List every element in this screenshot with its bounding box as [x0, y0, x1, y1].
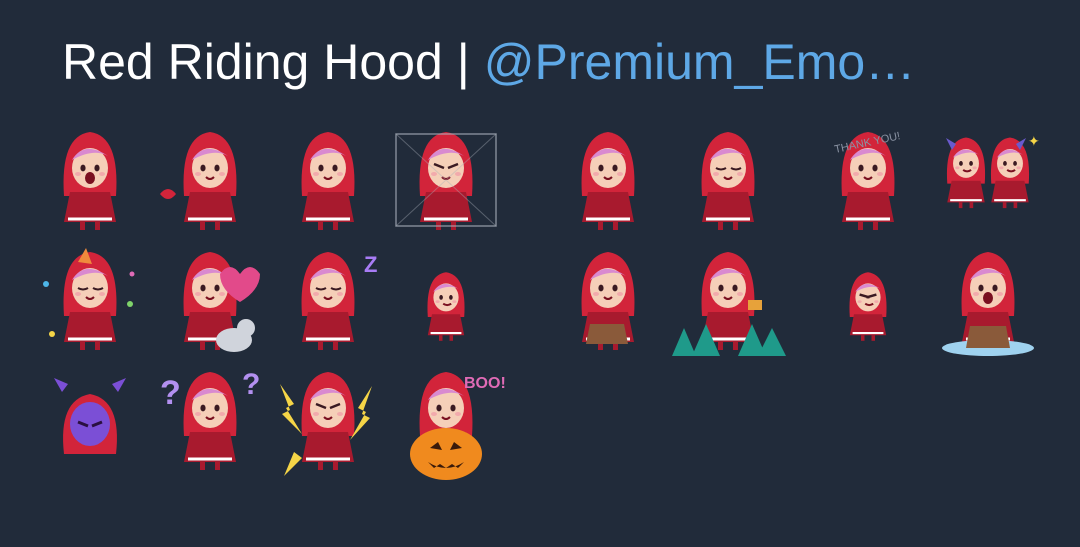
sticker-two-devil-horns-art: ✦: [946, 133, 1040, 209]
svg-text:?: ?: [242, 368, 260, 401]
sticker-forest-basket-art: [672, 252, 786, 356]
sticker-smile-standing-art: [301, 132, 355, 230]
svg-text:?: ?: [160, 374, 181, 412]
sticker-pointing[interactable]: [548, 124, 668, 242]
sticker-purple-devil[interactable]: [30, 364, 150, 482]
sticker-tiny-angry-art: [849, 272, 887, 341]
sticker-grid: THANK YOU! ✦ Z ? ? BOO!: [0, 0, 1080, 547]
sticker-pointing-art: [581, 132, 635, 230]
sticker-forest-basket[interactable]: [668, 244, 788, 362]
sticker-crying-on-stump-art: [942, 252, 1034, 356]
sticker-kiss[interactable]: [150, 124, 270, 242]
sticker-side-profile[interactable]: [668, 124, 788, 242]
svg-text:✦: ✦: [1028, 133, 1040, 149]
sticker-laughing-sitting[interactable]: [30, 124, 150, 242]
sticker-party-confetti-art: [43, 248, 135, 350]
sticker-small-standing[interactable]: [386, 244, 506, 362]
sticker-thank-you-art: THANK YOU!: [833, 130, 901, 230]
sticker-kiss-art: [160, 132, 237, 230]
sticker-side-profile-art: [701, 132, 755, 230]
sticker-yawning-sleepy-art: Z: [301, 252, 377, 350]
svg-text:Z: Z: [364, 252, 377, 277]
sticker-party-confetti[interactable]: [30, 244, 150, 362]
sticker-yawning-sleepy[interactable]: Z: [268, 244, 388, 362]
svg-text:BOO!: BOO!: [464, 375, 506, 392]
sticker-sitting-on-stump-art: [581, 252, 635, 350]
sticker-crying-on-stump[interactable]: [928, 244, 1048, 362]
sticker-trapped-in-box-art: [395, 132, 497, 230]
sticker-smile-standing[interactable]: [268, 124, 388, 242]
sticker-sitting-on-stump[interactable]: [548, 244, 668, 362]
sticker-confused-question-marks[interactable]: ??: [150, 364, 270, 482]
sticker-confused-question-marks-art: ??: [160, 368, 260, 470]
sticker-purple-devil-art: [54, 378, 126, 454]
sticker-angry-lightning[interactable]: [268, 364, 388, 482]
sticker-two-devil-horns[interactable]: ✦: [928, 124, 1048, 242]
sticker-tiny-angry[interactable]: [808, 244, 928, 362]
sticker-heart-cat[interactable]: [150, 244, 270, 362]
sticker-thank-you[interactable]: THANK YOU!: [808, 124, 928, 242]
sticker-trapped-in-box[interactable]: [386, 124, 506, 242]
sticker-halloween-pumpkin[interactable]: BOO!: [386, 364, 506, 482]
sticker-halloween-pumpkin-art: BOO!: [410, 372, 506, 480]
sticker-laughing-sitting-art: [63, 132, 117, 230]
sticker-heart-cat-art: [183, 252, 260, 352]
sticker-small-standing-art: [427, 272, 465, 341]
sticker-angry-lightning-art: [280, 372, 372, 476]
